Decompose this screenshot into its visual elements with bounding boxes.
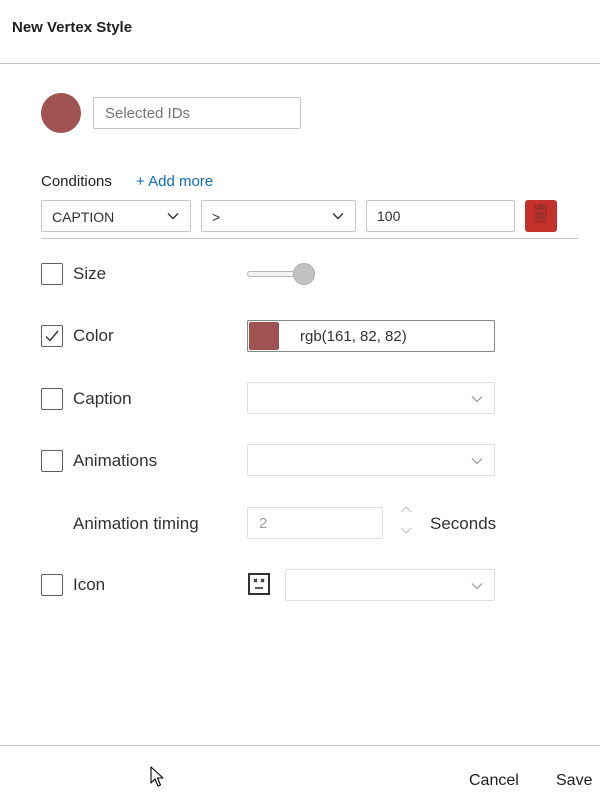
seconds-unit-label: Seconds: [430, 514, 497, 533]
condition-value-input[interactable]: [366, 200, 515, 232]
chevron-down-icon: [166, 209, 180, 223]
color-value: rgb(161, 82, 82): [300, 328, 407, 345]
style-color-swatch[interactable]: [41, 93, 81, 133]
caption-checkbox[interactable]: [41, 388, 63, 410]
animations-option: Animations: [41, 449, 241, 473]
chevron-down-icon: [470, 392, 484, 411]
mouse-cursor-icon: [150, 766, 166, 788]
size-label: Size: [73, 264, 107, 283]
condition-operator-dropdown[interactable]: >: [201, 200, 356, 232]
animations-dropdown[interactable]: [247, 444, 495, 476]
add-more-link[interactable]: + Add more: [136, 173, 213, 190]
icon-checkbox[interactable]: [41, 574, 63, 596]
conditions-label: Conditions: [41, 173, 112, 190]
caption-dropdown[interactable]: [247, 382, 495, 414]
condition-field-value: CAPTION: [52, 209, 115, 225]
face-placeholder-icon: [248, 573, 270, 595]
color-checkbox[interactable]: [41, 325, 63, 347]
dialog-title: New Vertex Style: [12, 19, 133, 36]
animations-checkbox[interactable]: [41, 450, 63, 472]
checkmark-icon: [45, 330, 59, 342]
save-button[interactable]: Save: [556, 772, 592, 790]
condition-operator-value: >: [212, 209, 221, 225]
animation-timing-label: Animation timing: [73, 514, 199, 533]
size-slider[interactable]: [247, 262, 319, 286]
name-input[interactable]: [93, 97, 301, 129]
size-option: Size: [41, 262, 241, 286]
chevron-down-icon: [331, 209, 345, 223]
chevron-down-icon: [470, 454, 484, 473]
chevron-down-icon: [470, 579, 484, 598]
condition-row: CAPTION >: [41, 199, 578, 239]
caption-option: Caption: [41, 387, 241, 411]
icon-option: Icon: [41, 573, 241, 597]
color-picker-field[interactable]: rgb(161, 82, 82): [247, 320, 495, 352]
dialog-footer: Cancel Save: [0, 745, 600, 798]
spinner-arrows-icon: [400, 506, 412, 534]
size-checkbox[interactable]: [41, 263, 63, 285]
condition-field-dropdown[interactable]: CAPTION: [41, 200, 191, 232]
icon-label: Icon: [73, 575, 106, 594]
color-chip[interactable]: [249, 322, 279, 350]
animations-label: Animations: [73, 451, 158, 470]
slider-thumb[interactable]: [293, 263, 315, 285]
icon-dropdown[interactable]: [285, 569, 495, 601]
caption-label: Caption: [73, 389, 132, 408]
cancel-button[interactable]: Cancel: [469, 772, 519, 790]
delete-condition-button[interactable]: [525, 200, 557, 232]
timing-spinner[interactable]: [399, 505, 413, 535]
animation-timing-input[interactable]: [247, 507, 383, 539]
dialog-header: New Vertex Style: [0, 0, 600, 64]
color-label: Color: [73, 326, 114, 345]
color-option: Color: [41, 324, 241, 348]
trash-icon: [532, 203, 550, 229]
